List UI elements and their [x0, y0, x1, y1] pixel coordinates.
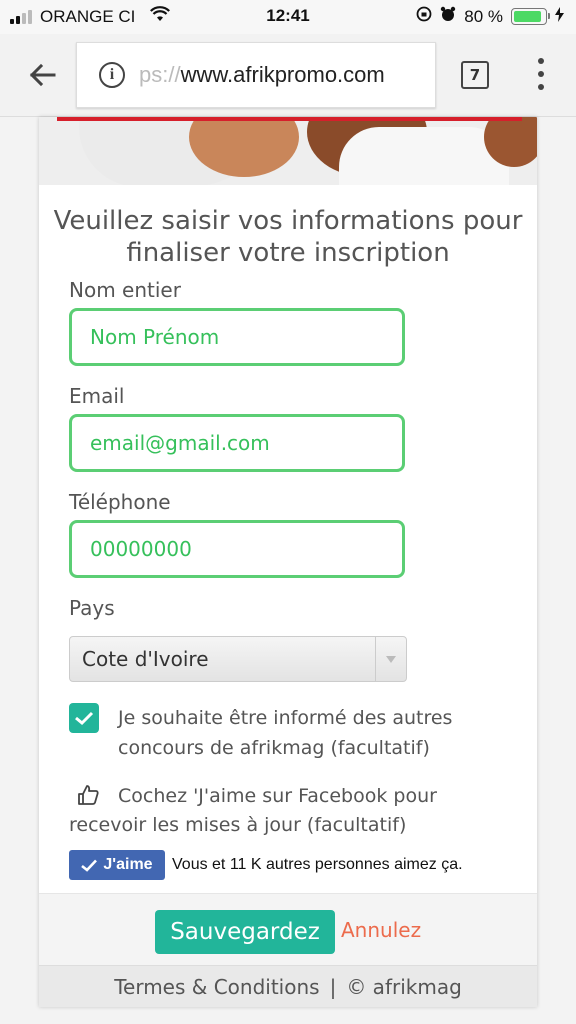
- dropdown-arrow-icon[interactable]: [375, 637, 406, 681]
- form-actions: Sauvegardez Annulez: [39, 893, 537, 966]
- battery-icon: [511, 8, 550, 25]
- tabs-button[interactable]: 7: [461, 61, 489, 89]
- footer-separator: |: [329, 975, 337, 999]
- phone-field[interactable]: 00000000: [69, 520, 405, 578]
- email-field[interactable]: email@gmail.com: [69, 414, 405, 472]
- url-text[interactable]: ps://www.afrikpromo.com: [139, 62, 429, 88]
- facebook-like-count: Vous et 11 K autres personnes aimez ça.: [172, 856, 463, 873]
- registration-card: Veuillez saisir vos informations pour fi…: [39, 117, 537, 1007]
- newsletter-label: Je souhaite être informé des autres conc…: [118, 707, 453, 759]
- battery-percent: 80 %: [464, 6, 503, 26]
- facebook-like-instruction: Cochez 'J'aime sur Facebook pour recevoi…: [69, 785, 437, 836]
- back-arrow-icon: [29, 63, 56, 87]
- email-label: Email: [69, 384, 125, 408]
- newsletter-checkbox[interactable]: [69, 703, 99, 733]
- address-bar[interactable]: i ps://www.afrikpromo.com: [76, 42, 436, 108]
- facebook-like-label: J'aime: [103, 856, 153, 873]
- hero-image: [39, 117, 537, 185]
- copyright-text: © afrikmag: [346, 975, 462, 999]
- charging-icon: [555, 6, 564, 27]
- check-icon: [81, 859, 98, 872]
- overflow-menu-icon[interactable]: [536, 58, 546, 90]
- country-select[interactable]: Cote d'Ivoire: [69, 636, 407, 682]
- lock-rotation-icon: [416, 6, 432, 27]
- country-select-value: Cote d'Ivoire: [82, 647, 209, 671]
- facebook-like-button[interactable]: J'aime: [69, 850, 165, 880]
- form-heading: Veuillez saisir vos informations pour fi…: [53, 206, 523, 268]
- name-field[interactable]: Nom Prénom: [69, 308, 405, 366]
- save-button[interactable]: Sauvegardez: [155, 910, 335, 954]
- back-button[interactable]: [26, 58, 60, 92]
- name-label: Nom entier: [69, 278, 181, 302]
- info-icon[interactable]: i: [99, 62, 125, 88]
- checkmark-icon: [75, 711, 94, 726]
- browser-toolbar: i ps://www.afrikpromo.com 7: [0, 34, 576, 117]
- alarm-icon: [440, 6, 456, 27]
- terms-link[interactable]: Termes & Conditions: [114, 975, 319, 999]
- status-bar: ORANGE CI 12:41 80 %: [0, 0, 576, 34]
- cancel-link[interactable]: Annulez: [341, 918, 421, 942]
- phone-label: Téléphone: [69, 490, 171, 514]
- footer: Termes & Conditions | © afrikmag: [39, 965, 537, 1007]
- country-label: Pays: [69, 596, 115, 620]
